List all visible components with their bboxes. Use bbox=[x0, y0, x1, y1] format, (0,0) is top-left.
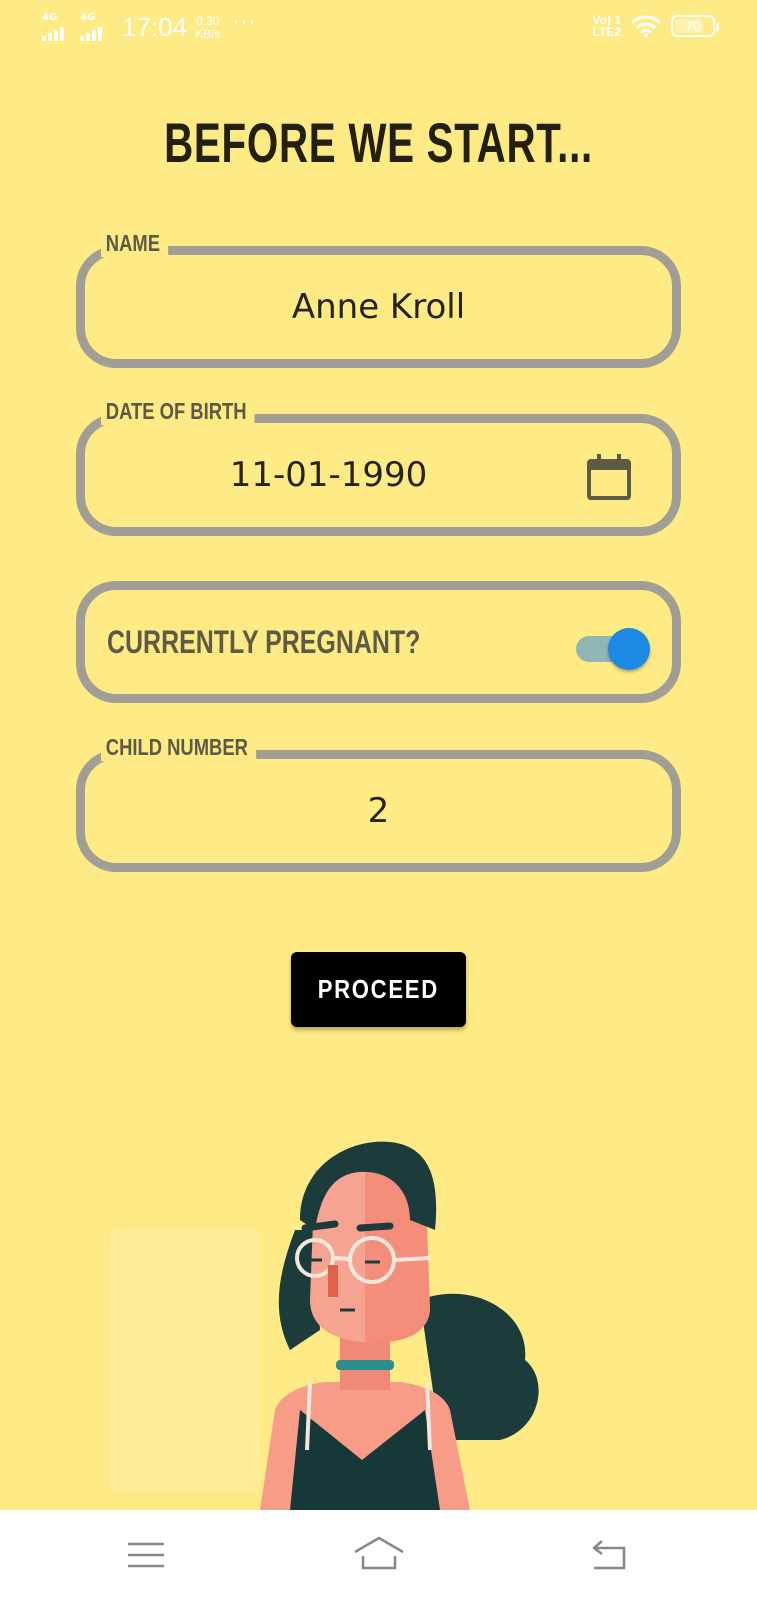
pregnant-switch[interactable] bbox=[576, 628, 650, 670]
back-icon[interactable] bbox=[580, 1530, 640, 1580]
network-type-1: 4G bbox=[42, 11, 58, 23]
network-speed: 0.30 KB/s bbox=[195, 13, 221, 41]
signal-icon-sim2: 4G bbox=[80, 11, 112, 43]
status-bar-left: 4G 4G 17:04 0.30 KB/s ··· bbox=[42, 11, 257, 43]
switch-thumb bbox=[608, 628, 650, 670]
name-field[interactable]: NAME Anne Kroll bbox=[76, 230, 681, 368]
more-notifications-icon: ··· bbox=[232, 11, 257, 36]
status-bar: 4G 4G 17:04 0.30 KB/s ··· Vo) 1 LTE2 70 bbox=[0, 0, 757, 58]
network-type-2: 4G bbox=[80, 11, 96, 23]
status-bar-right: Vo) 1 LTE2 70 bbox=[593, 14, 719, 38]
menu-icon[interactable] bbox=[116, 1530, 176, 1580]
network-speed-value: 0.30 bbox=[196, 13, 220, 28]
volte-indicator: Vo) 1 LTE2 bbox=[593, 14, 621, 38]
woman-illustration bbox=[110, 1141, 539, 1510]
name-field-label: NAME bbox=[101, 230, 168, 257]
pregnant-toggle-row[interactable]: CURRENTLY PREGNANT? bbox=[76, 581, 681, 703]
child-number-label: CHILD NUMBER bbox=[101, 734, 256, 761]
battery-level: 70 bbox=[685, 18, 701, 34]
wifi-icon bbox=[631, 15, 661, 38]
date-of-birth-field[interactable]: DATE OF BIRTH 11-01-1990 bbox=[76, 398, 681, 536]
network-speed-unit: KB/s bbox=[195, 26, 221, 41]
battery-icon: 70 bbox=[671, 15, 719, 37]
page-title: BEFORE WE START... bbox=[164, 111, 593, 174]
pregnant-label: CURRENTLY PREGNANT? bbox=[107, 623, 421, 660]
proceed-button[interactable]: PROCEED bbox=[291, 952, 466, 1027]
date-of-birth-label: DATE OF BIRTH bbox=[101, 398, 255, 425]
proceed-button-label: PROCEED bbox=[317, 974, 440, 1004]
child-number-input[interactable]: 2 bbox=[85, 759, 672, 863]
signal-icon-sim1: 4G bbox=[42, 11, 74, 43]
calendar-icon[interactable] bbox=[586, 453, 632, 501]
child-number-field[interactable]: CHILD NUMBER 2 bbox=[76, 734, 681, 872]
clock: 17:04 bbox=[122, 12, 188, 42]
home-icon[interactable] bbox=[349, 1530, 409, 1580]
volte-line-2: LTE2 bbox=[592, 25, 621, 39]
system-nav-bar bbox=[0, 1510, 757, 1600]
name-input[interactable]: Anne Kroll bbox=[85, 255, 672, 359]
date-of-birth-input[interactable]: 11-01-1990 bbox=[85, 423, 572, 527]
